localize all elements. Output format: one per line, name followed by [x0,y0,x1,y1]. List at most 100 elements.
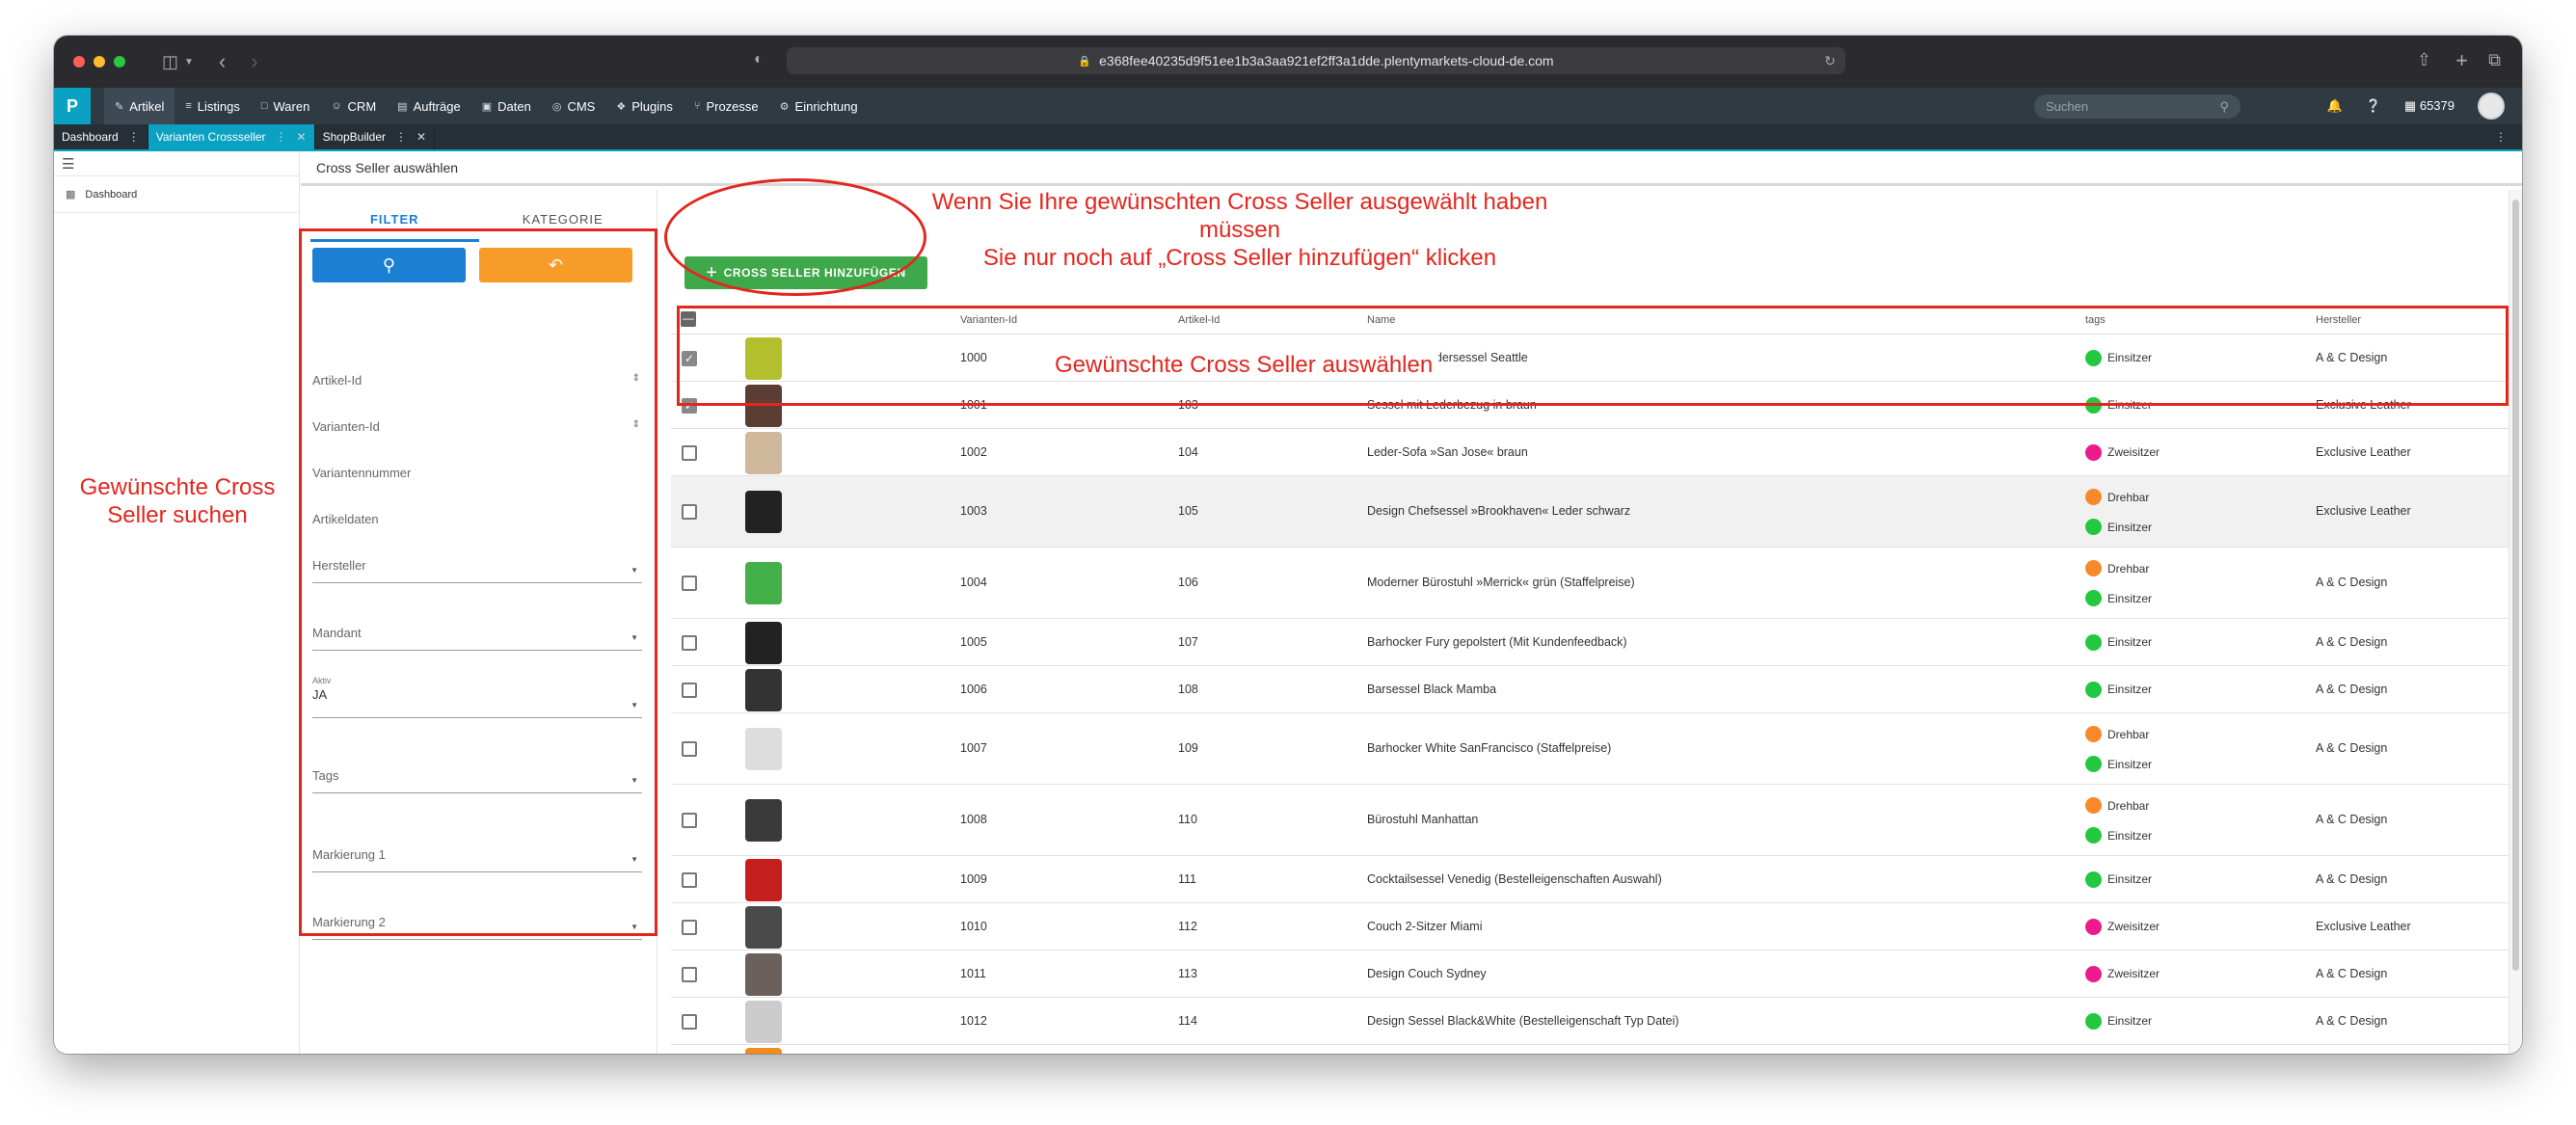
row-checkbox[interactable] [682,504,697,520]
tab-varianten-crossseller[interactable]: Varianten Crossseller ⋮ ✕ [148,124,315,149]
tab-label: Dashboard [62,130,119,144]
tag-color-dot [2085,965,2102,982]
search-icon[interactable]: ⚲ [2219,99,2229,115]
bell-icon[interactable]: 🔔 [2327,98,2343,114]
cell-hersteller: A & C Design [2316,871,2388,886]
table-row[interactable]: 1013115Esszimmerstuhl JuicyOrangeA & C D… [671,1045,2509,1054]
table-row[interactable]: 1012 114 Design Sessel Black&White (Bestel… [671,998,2509,1045]
nav-item-label: Daten [497,98,531,114]
row-checkbox[interactable] [682,813,697,828]
table-row[interactable]: 1004 106 Moderner Bürostuhl »Merrick« grün… [671,548,2509,619]
row-checkbox[interactable] [682,576,697,591]
nav-item-waren[interactable]: □ Waren [251,88,320,124]
back-icon[interactable]: ‹ [219,49,226,74]
cell-hersteller: Exclusive Leather [2316,919,2411,933]
nav-item-listings[interactable]: ≡ Listings [174,88,251,124]
more-vertical-icon[interactable]: ⋮ [395,130,407,144]
table-row[interactable]: 1005 107 Barhocker Fury gepolstert (Mit Ku… [671,619,2509,666]
sidebar-toggle-icon[interactable]: ◫ [162,52,178,72]
tag-badge: Einsitzer [2085,590,2152,606]
tag-badge: Einsitzer [2085,519,2152,535]
table-row[interactable]: 1010 112 Couch 2-Sitzer Miami Exclusive Lea… [671,903,2509,951]
product-thumbnail [745,621,782,664]
cell-artikel-id: 104 [1178,444,1198,459]
nav-item-daten[interactable]: ▣ Daten [471,88,542,124]
tab-overview-icon[interactable]: ⧉ [2488,50,2501,70]
nav-item-auftr-ge[interactable]: ▤ Aufträge [387,88,471,124]
product-thumbnail [745,562,782,604]
tab-label: ShopBuilder [322,130,386,144]
row-checkbox[interactable] [682,871,697,888]
nav-item-einrichtung[interactable]: ⚙ Einrichtung [769,88,869,124]
nav-item-label: Artikel [129,98,165,114]
globe-icon: ◎ [551,100,562,113]
cell-hersteller: A & C Design [2316,813,2388,826]
table-row[interactable]: 1011 113 Design Couch Sydney A & C Design Zw… [671,951,2509,998]
reload-icon[interactable]: ↻ [1824,53,1836,69]
cart-icon: ▤ [397,100,408,113]
nav-item-plugins[interactable]: ❖ Plugins [605,88,684,124]
tag-color-dot [2085,560,2102,576]
new-tab-icon[interactable]: + [2455,48,2468,73]
close-icon[interactable]: ✕ [416,130,426,144]
table-row[interactable]: 1009 111 Cocktailsessel Venedig (Bestellei… [671,856,2509,903]
chevron-down-icon[interactable]: ▼ [184,57,194,67]
nav-item-crm[interactable]: ☺ CRM [320,88,387,124]
row-checkbox[interactable] [682,444,697,461]
row-checkbox[interactable] [682,1013,697,1030]
tag-color-dot [2085,489,2102,505]
tab-dashboard[interactable]: Dashboard ⋮ [54,124,148,149]
tag-badge: Drehbar [2085,797,2149,814]
row-checkbox[interactable] [682,634,697,651]
table-row[interactable]: 1008 110 Bürostuhl Manhattan A & C Design Dr… [671,785,2509,856]
address-bar[interactable]: 🔒 e368fee40235d9f51ee1b3a3aa921ef2ff3a1d… [787,47,1845,74]
tab-menu-icon[interactable]: ⋮ [2480,124,2522,149]
table-row[interactable]: 1002 104 Leder-Sofa »San Jose« braun Exclus… [671,429,2509,476]
row-checkbox[interactable] [682,682,697,698]
row-checkbox[interactable] [682,919,697,935]
account-id: 65379 [2419,98,2455,113]
scrollbar-thumb[interactable] [2512,200,2519,971]
close-icon[interactable]: ✕ [297,130,307,144]
nav-item-artikel[interactable]: ✎ Artikel [104,88,175,124]
nav-item-label: Einrichtung [794,98,858,114]
add-button-annotation-ellipse [664,178,926,296]
user-avatar[interactable] [2478,93,2505,120]
tab-shopbuilder[interactable]: ShopBuilder ⋮ ✕ [315,124,436,149]
table-row[interactable]: 1006 108 Barsessel Black Mamba A & C Design… [671,666,2509,713]
search-annotation-box [299,228,657,936]
minimize-window-button[interactable] [94,56,105,67]
hamburger-menu-icon[interactable]: ☰ [54,151,299,176]
tag-color-dot [2085,443,2102,461]
cell-artikel-id: 114 [1178,1013,1197,1028]
cell-varianten-id: 1004 [960,576,987,589]
cell-varianten-id: 1003 [960,504,987,518]
left-sidebar: ☰ ▩ Dashboard [54,151,300,1054]
sidebar-item-label: Dashboard [85,188,138,201]
table-row[interactable]: 1007 109 Barhocker White SanFrancisco (Sta… [671,713,2509,785]
help-icon[interactable]: ❔ [2366,98,2381,114]
account-selector[interactable]: ▦ 65379 [2404,98,2455,114]
share-icon[interactable]: ⇧ [2417,50,2431,70]
row-checkbox[interactable] [682,741,697,757]
plentymarkets-logo[interactable]: P [54,88,91,124]
url-text: e368fee40235d9f51ee1b3a3aa921ef2ff3a1dde… [1099,53,1554,68]
global-search-input[interactable]: Suchen ⚲ [2034,94,2241,119]
page-title-text: Cross Seller auswählen [316,159,459,175]
cell-hersteller: A & C Design [2316,576,2388,589]
forward-icon[interactable]: › [251,49,257,74]
selection-annotation-box [677,306,2509,406]
grid-scrollbar[interactable] [2509,190,2522,1054]
browser-toolbar: ◫ ▼ ‹ › ◐ 🔒 e368fee40235d9f51ee1b3a3aa92… [54,36,2522,88]
sidebar-item-dashboard[interactable]: ▩ Dashboard [54,176,299,213]
row-checkbox[interactable] [682,966,697,982]
nav-item-prozesse[interactable]: ⑂ Prozesse [684,88,769,124]
more-vertical-icon[interactable]: ⋮ [276,130,287,144]
zoom-window-button[interactable] [114,56,125,67]
table-row[interactable]: 1003 105 Design Chefsessel »Brookhaven« Le… [671,476,2509,548]
tag-label: Einsitzer [2107,872,2153,886]
nav-item-cms[interactable]: ◎ CMS [542,88,606,124]
shield-icon[interactable]: ◐ [754,51,764,68]
more-vertical-icon[interactable]: ⋮ [128,130,140,144]
close-window-button[interactable] [73,56,85,67]
